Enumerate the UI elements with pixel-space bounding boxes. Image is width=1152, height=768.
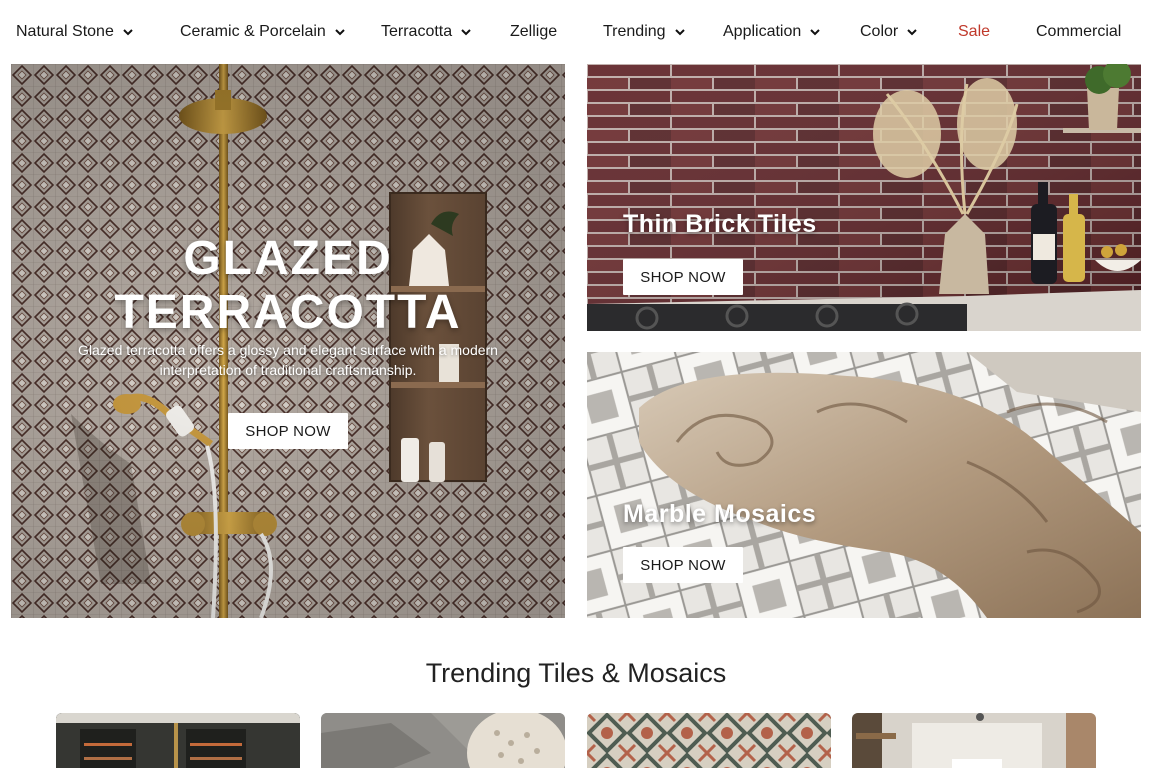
trending-card-3[interactable] <box>587 713 831 768</box>
chevron-down-icon <box>461 29 471 36</box>
thin-brick-title: Thin Brick Tiles <box>623 210 817 238</box>
hero-subtext-line2: interpretation of traditional craftsmans… <box>159 362 417 378</box>
nav-label: Zellige <box>510 23 558 40</box>
shop-now-button[interactable]: SHOP NOW <box>623 259 743 295</box>
nav-item-ceramic-porcelain[interactable]: Ceramic & Porcelain <box>180 22 345 42</box>
hero-headline-line2: TERRACOTTA <box>114 286 462 339</box>
hero-glazed-terracotta[interactable]: GLAZED TERRACOTTA Glazed terracotta offe… <box>11 64 565 618</box>
nav-label: Ceramic & Porcelain <box>180 23 326 40</box>
gray-stone-image <box>321 713 565 768</box>
nav-label: Color <box>860 23 899 40</box>
shop-now-button[interactable]: SHOP NOW <box>623 547 743 583</box>
nav-label: Commercial <box>1036 23 1122 40</box>
nav-item-trending[interactable]: Trending <box>603 22 685 42</box>
nav-item-color[interactable]: Color <box>860 22 917 42</box>
chevron-down-icon <box>335 29 345 36</box>
nav-item-natural-stone[interactable]: Natural Stone <box>16 22 133 42</box>
trending-heading: Trending Tiles & Mosaics <box>425 658 727 688</box>
chevron-down-icon <box>674 29 685 36</box>
nav-label: Natural Stone <box>16 23 114 40</box>
nav-label: Sale <box>958 23 991 40</box>
chevron-down-icon <box>810 29 820 36</box>
trending-card-1[interactable] <box>56 713 300 768</box>
hero-subtext-line1: Glazed terracotta offers a glossy and el… <box>78 342 498 358</box>
dark-kitchen-image <box>56 713 300 768</box>
hero-thin-brick-tiles[interactable]: Thin Brick Tiles SHOP NOW <box>587 64 1141 331</box>
hero-headline-line1: GLAZED <box>183 232 393 285</box>
main-navigation: Natural Stone Ceramic & Porcelain Terrac… <box>0 0 1152 64</box>
nav-item-commercial[interactable]: Commercial <box>1036 22 1121 42</box>
nav-item-zellige[interactable]: Zellige <box>510 22 557 42</box>
patterned-tile-image <box>587 713 831 768</box>
nav-item-terracotta[interactable]: Terracotta <box>381 22 471 42</box>
nav-item-sale[interactable]: Sale <box>958 22 990 42</box>
nav-label: Terracotta <box>381 23 453 40</box>
trending-card-4[interactable] <box>852 713 1096 768</box>
trending-card-2[interactable] <box>321 713 565 768</box>
nav-label: Application <box>723 23 802 40</box>
kitchen-room-image <box>852 713 1096 768</box>
nav-item-application[interactable]: Application <box>723 22 820 42</box>
nav-label: Trending <box>603 23 666 40</box>
marble-mosaics-title: Marble Mosaics <box>623 500 817 528</box>
hero-marble-mosaics[interactable]: Marble Mosaics SHOP NOW <box>587 352 1141 618</box>
chevron-down-icon <box>123 29 133 36</box>
chevron-down-icon <box>907 29 917 36</box>
shop-now-button[interactable]: SHOP NOW <box>228 413 348 449</box>
